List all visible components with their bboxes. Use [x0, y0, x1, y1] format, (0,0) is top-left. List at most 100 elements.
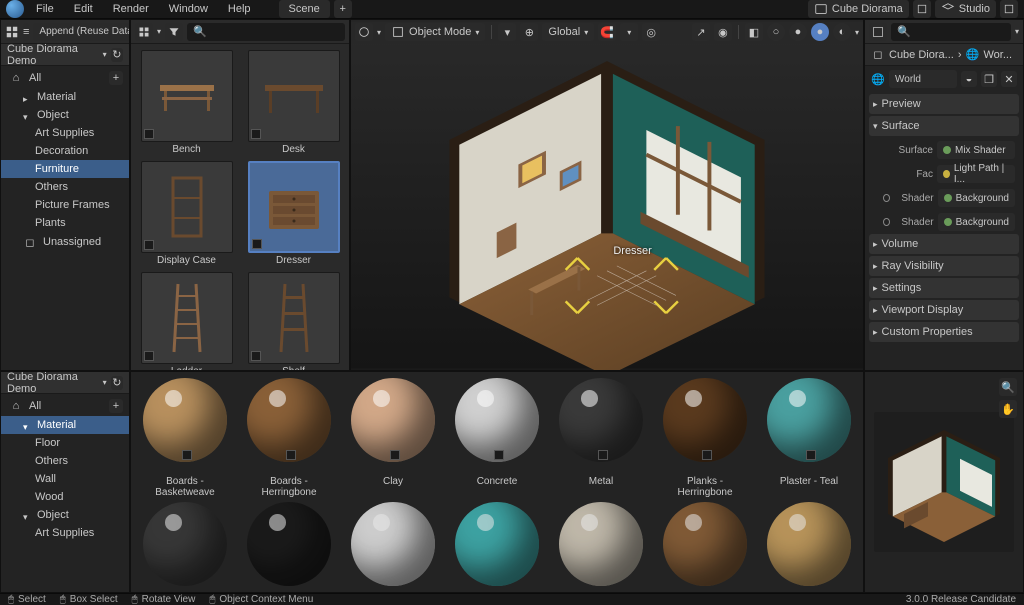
socket-icon[interactable] — [883, 218, 890, 226]
shading-rendered[interactable]: ◐ — [833, 23, 851, 41]
tree-object[interactable]: Object — [1, 506, 129, 524]
asset-checkbox[interactable] — [806, 450, 816, 460]
cursor-button[interactable]: ⊕ — [520, 23, 538, 41]
tree-floor[interactable]: Floor — [1, 434, 129, 452]
unlink-world-button[interactable]: ✕ — [1001, 71, 1017, 87]
tree-art-supplies[interactable]: Art Supplies — [1, 524, 129, 542]
filter-button[interactable] — [165, 23, 183, 41]
tree-object[interactable]: Object — [1, 106, 129, 124]
scene-selector[interactable]: Cube Diorama — [808, 0, 909, 18]
shading-material[interactable]: ● — [811, 23, 829, 41]
scene-browse-button[interactable] — [913, 0, 931, 18]
menu-expand-icon[interactable]: ≡ — [23, 23, 29, 41]
asset-ladder[interactable]: Ladder — [137, 272, 236, 370]
material-cell[interactable]: Planks - Herringbone — [659, 378, 751, 498]
pan-icon[interactable]: ✋ — [999, 400, 1017, 418]
refresh-icon[interactable]: ↻ — [111, 48, 123, 62]
tree-furniture[interactable]: Furniture — [1, 160, 129, 178]
tree-wall[interactable]: Wall — [1, 470, 129, 488]
editor-type-button[interactable] — [355, 23, 373, 41]
tree-plants[interactable]: Plants — [1, 214, 129, 232]
menu-file[interactable]: File — [28, 0, 62, 18]
proportional-button[interactable]: ◎ — [642, 23, 660, 41]
new-world-button[interactable]: ❐ — [981, 71, 997, 87]
snap-dropdown[interactable]: ▾ — [620, 23, 638, 41]
material-cell[interactable]: Concrete — [451, 378, 543, 498]
tree-art-supplies[interactable]: Art Supplies — [1, 124, 129, 142]
select-menu[interactable]: ▾ — [498, 23, 516, 41]
tree-wood[interactable]: Wood — [1, 488, 129, 506]
tree-picture-frames[interactable]: Picture Frames — [1, 196, 129, 214]
world-name-field[interactable]: World — [889, 70, 957, 88]
tree-unassigned[interactable]: ◻Unassigned — [1, 232, 129, 252]
asset-display-case[interactable]: Display Case — [137, 161, 236, 266]
viewport-3d[interactable]: ▾ Object Mode ▾ ▾ ⊕ Global ▾ 🧲 ▾ ◎ ↗ ◉ ◧… — [350, 19, 864, 371]
panel-custom-properties[interactable]: Custom Properties — [869, 322, 1019, 342]
asset-checkbox[interactable] — [144, 240, 154, 250]
tree-material[interactable]: Material — [1, 416, 129, 434]
material-cell[interactable]: Boards - Basketweave — [139, 378, 231, 498]
asset-checkbox[interactable] — [251, 351, 261, 361]
shader2-field[interactable]: Background — [938, 213, 1015, 231]
viewlayer-browse-button[interactable] — [1000, 0, 1018, 18]
breadcrumb-scene[interactable]: Cube Diora... — [889, 49, 954, 61]
asset-checkbox[interactable] — [702, 450, 712, 460]
asset-checkbox[interactable] — [598, 450, 608, 460]
asset-shelf[interactable]: Shelf — [244, 272, 343, 370]
editor-type-button[interactable] — [5, 23, 19, 41]
asset-checkbox[interactable] — [144, 351, 154, 361]
shading-solid[interactable]: ● — [789, 23, 807, 41]
gizmo-button[interactable]: ↗ — [692, 23, 710, 41]
mode-dropdown[interactable]: Object Mode ▾ — [385, 23, 485, 41]
panel-preview[interactable]: Preview — [869, 94, 1019, 114]
surface-shader-field[interactable]: Mix Shader — [937, 141, 1015, 159]
props-search[interactable]: 🔍 — [891, 23, 1011, 41]
panel-viewport-display[interactable]: Viewport Display — [869, 300, 1019, 320]
material-cell[interactable]: Boards - Herringbone — [243, 378, 335, 498]
asset-search[interactable]: 🔍 — [187, 23, 345, 41]
import-mode-dropdown[interactable]: Append (Reuse Data) ▾ — [33, 23, 130, 41]
asset-checkbox[interactable] — [252, 239, 262, 249]
asset-checkbox[interactable] — [182, 450, 192, 460]
refresh-icon[interactable]: ↻ — [111, 376, 123, 390]
fac-field[interactable]: Light Path | I... — [937, 165, 1015, 183]
material-cell[interactable]: Clay — [347, 378, 439, 498]
panel-volume[interactable]: Volume — [869, 234, 1019, 254]
material-cell[interactable]: Metal — [555, 378, 647, 498]
display-mode-button[interactable] — [135, 23, 153, 41]
editor-type-button[interactable] — [869, 23, 887, 41]
viewlayer-selector[interactable]: Studio — [935, 0, 996, 18]
shader1-field[interactable]: Background — [938, 189, 1015, 207]
tree-decoration[interactable]: Decoration — [1, 142, 129, 160]
workspace-tab[interactable]: Scene — [279, 0, 330, 18]
breadcrumb-world[interactable]: Wor... — [983, 49, 1012, 61]
panel-settings[interactable]: Settings — [869, 278, 1019, 298]
asset-checkbox[interactable] — [144, 129, 154, 139]
tree-all[interactable]: ⌂All+ — [1, 68, 129, 88]
snap-button[interactable]: 🧲 — [598, 23, 616, 41]
panel-ray-visibility[interactable]: Ray Visibility — [869, 256, 1019, 276]
add-workspace-button[interactable]: + — [334, 0, 352, 18]
shading-wireframe[interactable]: ○ — [767, 23, 785, 41]
material-cell[interactable]: Plaster - Teal — [763, 378, 855, 498]
tree-others[interactable]: Others — [1, 452, 129, 470]
xray-button[interactable]: ◧ — [745, 23, 763, 41]
socket-icon[interactable] — [883, 194, 890, 202]
asset-checkbox[interactable] — [286, 450, 296, 460]
tree-others[interactable]: Others — [1, 178, 129, 196]
asset-checkbox[interactable] — [390, 450, 400, 460]
menu-edit[interactable]: Edit — [66, 0, 101, 18]
menu-window[interactable]: Window — [161, 0, 216, 18]
panel-surface[interactable]: Surface — [869, 116, 1019, 136]
overlay-button[interactable]: ◉ — [714, 23, 732, 41]
add-category-button[interactable]: + — [109, 71, 123, 85]
asset-desk[interactable]: Desk — [244, 50, 343, 155]
material-grid[interactable]: Boards - Basketweave Boards - Herringbon… — [131, 372, 863, 592]
asset-dresser[interactable]: Dresser — [244, 161, 343, 266]
zoom-icon[interactable]: 🔍 — [999, 378, 1017, 396]
orientation-dropdown[interactable]: Global ▾ — [542, 23, 594, 41]
library-selector-bottom[interactable]: Cube Diorama Demo ▾ ↻ — [1, 372, 129, 394]
asset-grid[interactable]: Bench Desk Display Case Dresser Ladder S… — [131, 44, 349, 370]
asset-checkbox[interactable] — [494, 450, 504, 460]
browse-world-button[interactable]: ◒ — [961, 71, 977, 87]
